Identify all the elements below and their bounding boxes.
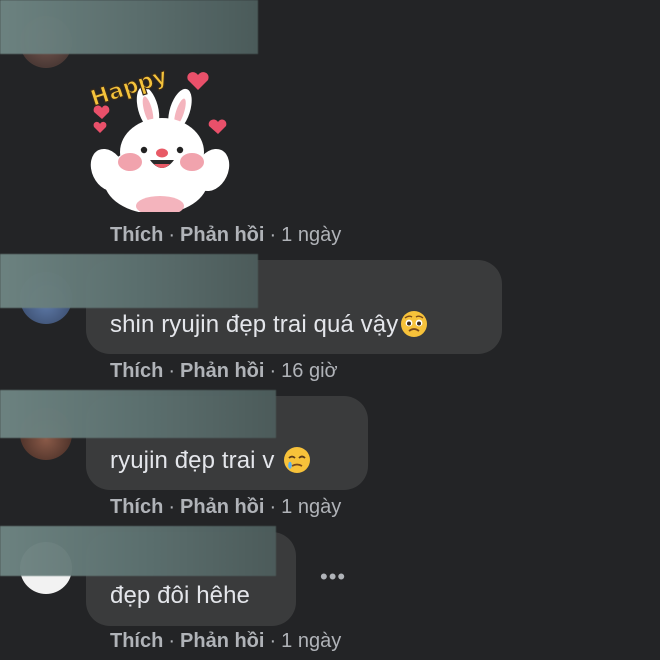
comment-actions: Thích · Phản hồi · 1 ngày xyxy=(110,496,342,518)
comment-actions: Thích · Phản hồi · 1 ngày xyxy=(110,224,342,246)
timestamp[interactable]: 1 ngày xyxy=(281,224,341,246)
like-button[interactable]: Thích xyxy=(110,360,163,382)
commenter-name-redacted xyxy=(0,254,258,308)
like-button[interactable]: Thích xyxy=(110,630,163,652)
reply-button[interactable]: Phản hồi xyxy=(180,630,264,652)
comment-actions: Thích · Phản hồi · 16 giờ xyxy=(110,360,338,382)
comment-text: ryujin đẹp trai v xyxy=(110,446,311,481)
reply-button[interactable]: Phản hồi xyxy=(180,224,264,246)
sticker-happy-bunny: Happy xyxy=(84,60,234,216)
svg-text:Happy: Happy xyxy=(88,64,171,112)
commenter-name-redacted xyxy=(0,526,276,576)
like-button[interactable]: Thích xyxy=(110,496,163,518)
reply-button[interactable]: Phản hồi xyxy=(180,360,264,382)
commenter-name-redacted xyxy=(0,0,258,54)
comment-actions: Thích · Phản hồi · 1 ngày xyxy=(110,630,342,652)
reply-button[interactable]: Phản hồi xyxy=(180,496,264,518)
timestamp[interactable]: 1 ngày xyxy=(281,496,341,518)
like-button[interactable]: Thích xyxy=(110,224,163,246)
more-options-button[interactable]: ••• xyxy=(320,564,346,590)
pleading-face-icon xyxy=(400,310,428,345)
timestamp[interactable]: 16 giờ xyxy=(281,360,337,382)
timestamp[interactable]: 1 ngày xyxy=(281,630,341,652)
face-holding-back-tears-icon xyxy=(283,446,311,481)
comment-text: đẹp đôi hêhe xyxy=(110,582,250,609)
commenter-name-redacted xyxy=(0,390,276,438)
comment-text: shin ryujin đẹp trai quá vậy xyxy=(110,310,428,345)
bunny-sticker-icon: Happy xyxy=(87,63,230,216)
